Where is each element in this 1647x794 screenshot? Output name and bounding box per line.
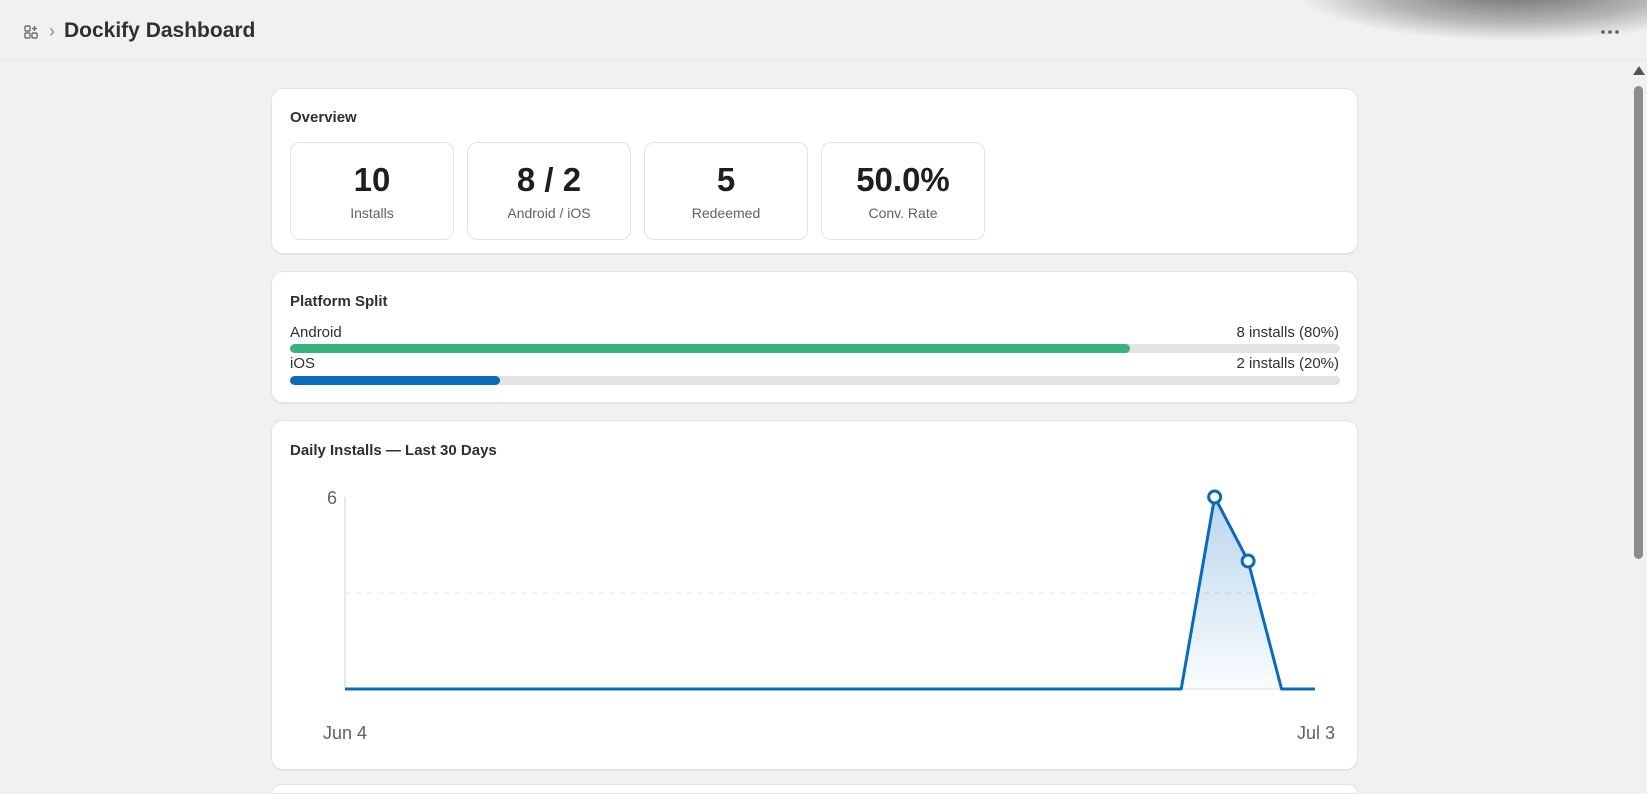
ios-count: 2 installs (20%) xyxy=(1236,355,1339,372)
data-point xyxy=(1207,489,1223,505)
next-card-peek xyxy=(271,784,1358,794)
daily-installs-card: Daily Installs — Last 30 Days 6 Jun 4 Jul … xyxy=(271,420,1358,770)
stat-label: Redeemed xyxy=(691,205,761,221)
apps-icon[interactable] xyxy=(22,23,40,41)
stat-value: 5 xyxy=(716,161,736,198)
stat-android-ios: 8 / 2 Android / iOS xyxy=(467,142,631,240)
stat-installs: 10 Installs xyxy=(290,142,454,240)
daily-installs-chart: 6 Jun 4 Jul 3 xyxy=(323,488,1335,743)
ios-label: iOS xyxy=(290,355,316,372)
android-label: Android xyxy=(290,324,342,341)
stat-redeemed: 5 Redeemed xyxy=(644,142,808,240)
scroll-up-arrow-icon[interactable] xyxy=(1633,66,1645,75)
ios-bar-track xyxy=(290,376,1340,385)
stat-label: Installs xyxy=(350,205,394,221)
top-bar: › Dockify Dashboard xyxy=(0,0,1647,61)
android-bar-track xyxy=(290,344,1340,353)
stat-value: 10 xyxy=(353,161,391,198)
stat-value: 50.0% xyxy=(856,161,950,198)
stat-label: Android / iOS xyxy=(507,205,591,221)
ios-bar-fill xyxy=(290,376,500,385)
x-tick-label-start: Jun 4 xyxy=(323,723,367,743)
stat-value: 8 / 2 xyxy=(516,161,582,198)
x-tick-label-end: Jul 3 xyxy=(1297,723,1335,743)
more-horizontal-icon xyxy=(1601,30,1619,34)
stat-conv-rate: 50.0% Conv. Rate xyxy=(821,142,985,240)
platform-split-card: Platform Split Android 8 installs (80%) … xyxy=(271,271,1358,403)
page-title: Dockify Dashboard xyxy=(64,19,256,42)
overview-title: Overview xyxy=(290,109,357,126)
stat-label: Conv. Rate xyxy=(868,205,938,221)
scrollbar-thumb[interactable] xyxy=(1634,86,1643,559)
overview-card: Overview 10 Installs 8 / 2 Android / iOS… xyxy=(271,88,1358,254)
android-bar-fill xyxy=(290,344,1130,353)
platform-split-title: Platform Split xyxy=(290,293,388,310)
breadcrumb-separator: › xyxy=(49,21,55,41)
y-tick-label: 6 xyxy=(327,488,337,508)
data-point xyxy=(1240,553,1256,569)
android-count: 8 installs (80%) xyxy=(1236,324,1339,341)
more-actions-button[interactable] xyxy=(1598,20,1622,44)
